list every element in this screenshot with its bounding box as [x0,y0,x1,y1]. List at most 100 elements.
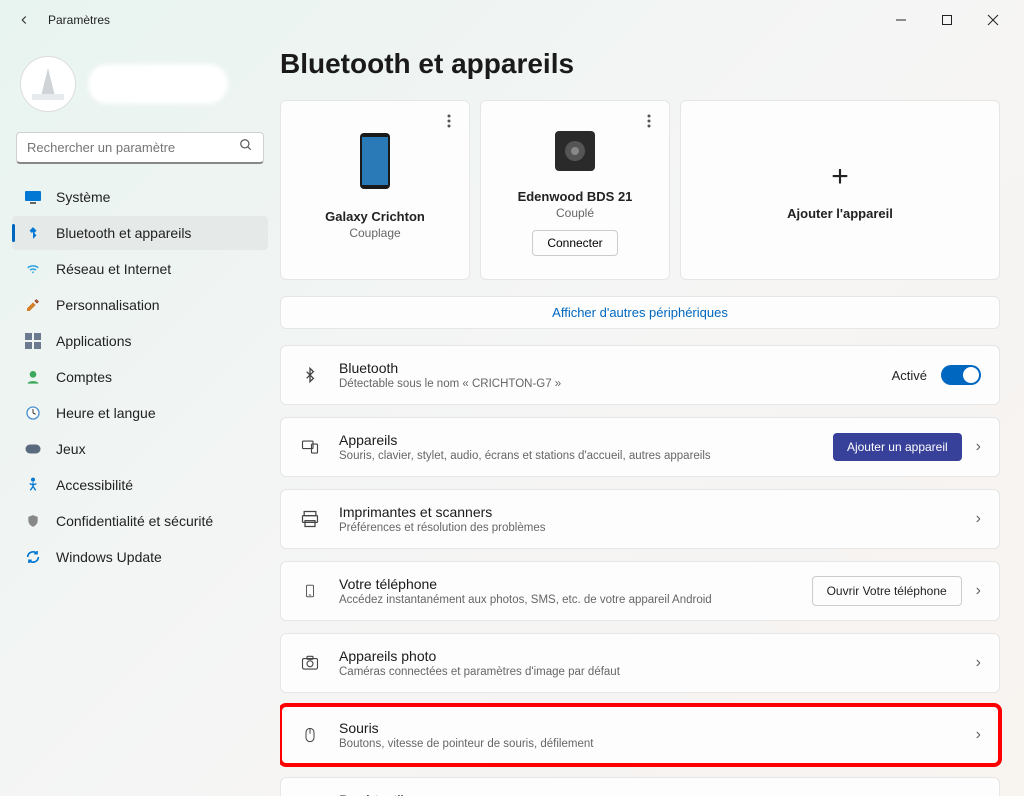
avatar [20,56,76,112]
toggle-state-label: Activé [892,368,927,383]
close-button[interactable] [970,4,1016,36]
device-card-galaxy[interactable]: Galaxy Crichton Couplage [280,100,470,280]
device-card-speaker[interactable]: Edenwood BDS 21 Couplé Connecter [480,100,670,280]
nav-bluetooth[interactable]: Bluetooth et appareils [12,216,268,250]
phone-icon [345,121,405,201]
cameras-row[interactable]: Appareils photo Caméras connectées et par… [280,633,1000,693]
phone-icon [299,580,321,602]
nav-label: Confidentialité et sécurité [56,513,213,529]
setting-subtitle: Souris, clavier, stylet, audio, écrans e… [339,450,815,462]
nav-label: Bluetooth et appareils [56,225,191,241]
setting-subtitle: Préférences et résolution des problèmes [339,522,958,534]
add-device-card[interactable]: + Ajouter l'appareil [680,100,1000,280]
setting-title: Imprimantes et scanners [339,504,958,520]
setting-title: Appareils photo [339,648,958,664]
chevron-right-icon: › [976,726,981,744]
device-more-button[interactable] [437,109,461,133]
search-icon [239,138,253,157]
nav-accounts[interactable]: Comptes [12,360,268,394]
device-name: Edenwood BDS 21 [518,189,633,204]
chevron-right-icon: › [976,582,981,600]
titlebar: Paramètres [0,0,1024,40]
setting-title: Bluetooth [339,360,874,376]
nav-time-language[interactable]: Heure et langue [12,396,268,430]
nav-privacy[interactable]: Confidentialité et sécurité [12,504,268,538]
setting-subtitle: Accédez instantanément aux photos, SMS, … [339,594,794,606]
maximize-button[interactable] [924,4,970,36]
minimize-button[interactable] [878,4,924,36]
accessibility-icon [24,476,42,494]
phone-row[interactable]: Votre téléphone Accédez instantanément au… [280,561,1000,621]
camera-icon [299,652,321,674]
nav-label: Applications [56,333,132,349]
nav-label: Personnalisation [56,297,160,313]
show-more-devices[interactable]: Afficher d'autres périphériques [280,296,1000,329]
device-more-button[interactable] [637,109,661,133]
nav-apps[interactable]: Applications [12,324,268,358]
system-icon [24,188,42,206]
profile-name-redacted [88,64,228,104]
accounts-icon [24,368,42,386]
bluetooth-toggle[interactable] [941,365,981,385]
add-device-button[interactable]: Ajouter un appareil [833,433,962,461]
gaming-icon [24,440,42,458]
nav-list: Système Bluetooth et appareils Réseau et… [12,180,268,574]
printer-icon [299,508,321,530]
device-status: Couplé [556,206,594,220]
setting-title: Appareils [339,432,815,448]
sidebar: Système Bluetooth et appareils Réseau et… [0,40,280,796]
nav-label: Windows Update [56,549,162,565]
setting-subtitle: Détectable sous le nom « CRICHTON-G7 » [339,378,874,390]
nav-label: Comptes [56,369,112,385]
search-input[interactable] [27,140,239,155]
back-button[interactable] [8,4,40,36]
setting-subtitle: Boutons, vitesse de pointeur de souris, … [339,738,958,750]
devices-icon [299,436,321,458]
nav-personalization[interactable]: Personnalisation [12,288,268,322]
nav-label: Réseau et Internet [56,261,171,277]
window-title: Paramètres [48,13,110,27]
privacy-icon [24,512,42,530]
chevron-right-icon: › [976,438,981,456]
search-box[interactable] [16,132,264,164]
bluetooth-icon [299,364,321,386]
network-icon [24,260,42,278]
mouse-icon [299,724,321,746]
chevron-right-icon: › [976,654,981,672]
setting-title: Souris [339,720,958,736]
mouse-row[interactable]: Souris Boutons, vitesse de pointeur de so… [280,705,1000,765]
nav-network[interactable]: Réseau et Internet [12,252,268,286]
bluetooth-toggle-row: Bluetooth Détectable sous le nom « CRICH… [280,345,1000,405]
update-icon [24,548,42,566]
profile-section[interactable] [12,48,268,128]
open-phone-button[interactable]: Ouvrir Votre téléphone [812,576,962,606]
nav-accessibility[interactable]: Accessibilité [12,468,268,502]
nav-label: Système [56,189,110,205]
apps-icon [24,332,42,350]
devices-row[interactable]: Appareils Souris, clavier, stylet, audio,… [280,417,1000,477]
nav-windows-update[interactable]: Windows Update [12,540,268,574]
connect-button[interactable]: Connecter [532,230,617,256]
page-title: Bluetooth et appareils [280,48,1000,80]
device-name: Galaxy Crichton [325,209,425,224]
printers-row[interactable]: Imprimantes et scanners Préférences et ré… [280,489,1000,549]
add-device-label: Ajouter l'appareil [787,206,893,221]
setting-title: Votre téléphone [339,576,794,592]
chevron-right-icon: › [976,510,981,528]
speaker-icon [545,121,605,181]
device-status: Couplage [349,226,400,240]
nav-label: Jeux [56,441,86,457]
personalize-icon [24,296,42,314]
setting-subtitle: Caméras connectées et paramètres d'image… [339,666,958,678]
nav-label: Heure et langue [56,405,156,421]
setting-title: Pavé tactile [339,792,958,796]
nav-system[interactable]: Système [12,180,268,214]
touchpad-row[interactable]: Pavé tactileAppuis, mouvements, défileme… [280,777,1000,796]
nav-gaming[interactable]: Jeux [12,432,268,466]
bluetooth-icon [24,224,42,242]
nav-label: Accessibilité [56,477,133,493]
time-icon [24,404,42,422]
main-content: Bluetooth et appareils Galaxy Crichton C… [280,40,1024,796]
device-cards-row: Galaxy Crichton Couplage Edenwood BDS 21… [280,100,1000,280]
plus-icon: + [831,160,849,194]
